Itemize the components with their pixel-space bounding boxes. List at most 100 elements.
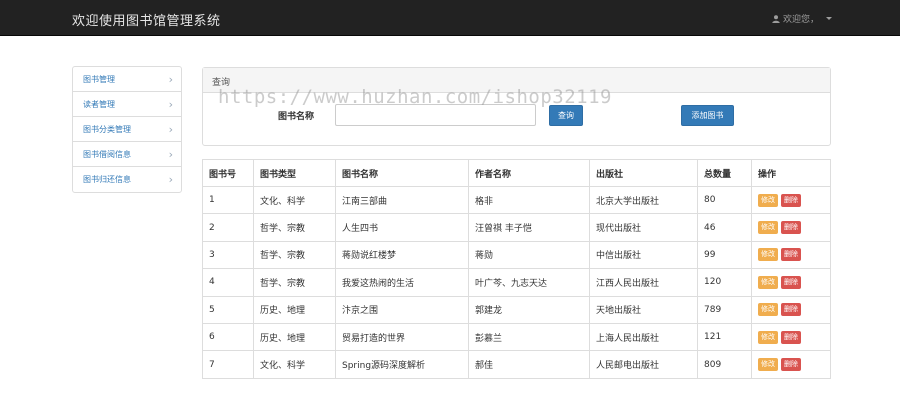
header-book-type: 图书类型 [253,159,336,187]
cell-book-name: 我爱这热闹的生活 [335,268,469,297]
header-book-name: 图书名称 [335,159,469,187]
cell-total-count: 789 [697,295,752,324]
delete-button[interactable]: 删除 [781,193,801,207]
sidebar-item-book-management[interactable]: 图书管理 › [73,67,181,92]
cell-publisher: 现代出版社 [589,213,698,242]
table-row: 7 文化、科学 Spring源码深度解析 郝佳 人民邮电出版社 809 修改 删除 [202,350,831,379]
cell-author-name: 蒋勋 [468,240,590,270]
cell-publisher: 人民邮电出版社 [589,350,698,379]
cell-book-type: 历史、地理 [253,295,336,324]
cell-book-name: 汴京之围 [335,295,469,324]
edit-button[interactable]: 修改 [758,358,778,372]
cell-total-count: 121 [697,322,752,352]
query-button[interactable]: 查询 [549,105,583,126]
table-row: 1 文化、科学 江南三部曲 格非 北京大学出版社 80 修改 删除 [202,185,831,215]
chevron-right-icon: › [168,72,173,86]
cell-book-name: 人生四书 [335,213,469,242]
edit-button[interactable]: 修改 [758,330,778,344]
cell-book-id: 3 [202,240,254,270]
query-panel: 查询 图书名称 查询 添加图书 [202,67,831,146]
sidebar-item-return-info[interactable]: 图书归还信息 › [73,167,181,192]
sidebar-item-label: 读者管理 [83,99,115,109]
cell-book-id: 5 [202,295,254,324]
cell-total-count: 46 [697,213,752,242]
cell-author-name: 彭慕兰 [468,322,590,352]
sidebar-item-label: 图书分类管理 [83,124,131,134]
cell-book-id: 4 [202,268,254,297]
sidebar-item-label: 图书归还信息 [83,175,131,184]
sidebar-item-label: 图书借阅信息 [83,149,131,159]
edit-button[interactable]: 修改 [758,303,778,317]
cell-publisher: 北京大学出版社 [589,185,698,215]
cell-book-name: 江南三部曲 [335,185,469,215]
cell-book-type: 文化、科学 [253,185,336,215]
books-table: 图书号 图书类型 图书名称 作者名称 出版社 总数量 操作 1 文化、科学 江南… [202,159,831,379]
sidebar-item-label: 图书管理 [83,74,115,84]
cell-actions: 修改 删除 [751,322,831,352]
table-header-row: 图书号 图书类型 图书名称 作者名称 出版社 总数量 操作 [202,159,831,187]
edit-button[interactable]: 修改 [758,221,778,235]
chevron-right-icon: › [168,97,173,111]
cell-publisher: 上海人民出版社 [589,322,698,352]
cell-book-id: 7 [202,350,254,379]
table-row: 4 哲学、宗教 我爱这热闹的生活 叶广芩、九志天达 江西人民出版社 120 修改… [202,268,831,297]
cell-author-name: 汪曾祺 丰子恺 [468,213,590,242]
header-author-name: 作者名称 [468,159,590,187]
chevron-right-icon: › [168,173,173,186]
query-panel-heading: 查询 [203,68,830,93]
cell-book-type: 文化、科学 [253,350,336,379]
cell-total-count: 809 [697,350,752,379]
user-icon [772,14,780,23]
delete-button[interactable]: 删除 [781,221,801,235]
table-row: 5 历史、地理 汴京之围 郭建龙 天地出版社 789 修改 删除 [202,295,831,324]
table-row: 6 历史、地理 贸易打造的世界 彭慕兰 上海人民出版社 121 修改 删除 [202,322,831,352]
sidebar-item-borrow-info[interactable]: 图书借阅信息 › [73,142,181,167]
cell-actions: 修改 删除 [751,240,831,270]
cell-actions: 修改 删除 [751,268,831,297]
edit-button[interactable]: 修改 [758,193,778,207]
table-row: 2 哲学、宗教 人生四书 汪曾祺 丰子恺 现代出版社 46 修改 删除 [202,213,831,242]
delete-button[interactable]: 删除 [781,248,801,262]
edit-button[interactable]: 修改 [758,275,778,289]
chevron-right-icon: › [168,147,173,161]
cell-author-name: 叶广芩、九志天达 [468,268,590,297]
cell-publisher: 江西人民出版社 [589,268,698,297]
delete-button[interactable]: 删除 [781,330,801,344]
cell-book-name: Spring源码深度解析 [335,350,469,379]
cell-book-type: 哲学、宗教 [253,268,336,297]
cell-publisher: 中信出版社 [589,240,698,270]
cell-book-name: 蒋勋说红楼梦 [335,240,469,270]
cell-actions: 修改 删除 [751,185,831,215]
cell-total-count: 80 [697,185,752,215]
header-actions: 操作 [751,159,831,187]
cell-total-count: 120 [697,268,752,297]
header-publisher: 出版社 [589,159,698,187]
delete-button[interactable]: 删除 [781,275,801,289]
cell-author-name: 郝佳 [468,350,590,379]
cell-publisher: 天地出版社 [589,295,698,324]
cell-author-name: 郭建龙 [468,295,590,324]
add-book-button[interactable]: 添加图书 [681,105,734,126]
sidebar-menu: 图书管理 › 读者管理 › 图书分类管理 › 图书借阅信息 › 图书归还信息 › [72,66,182,193]
book-name-label: 图书名称 [278,112,315,122]
table-row: 3 哲学、宗教 蒋勋说红楼梦 蒋勋 中信出版社 99 修改 删除 [202,240,831,270]
delete-button[interactable]: 删除 [781,303,801,317]
delete-button[interactable]: 删除 [781,358,801,372]
user-greeting: 欢迎您， [782,15,819,25]
cell-book-id: 1 [202,185,254,215]
edit-button[interactable]: 修改 [758,248,778,262]
cell-book-type: 哲学、宗教 [253,240,336,270]
cell-actions: 修改 删除 [751,295,831,324]
header-total-count: 总数量 [697,159,752,187]
cell-book-id: 2 [202,213,254,242]
cell-actions: 修改 删除 [751,350,831,379]
sidebar-item-reader-management[interactable]: 读者管理 › [73,92,181,117]
cell-book-type: 历史、地理 [253,322,336,352]
top-navbar: 欢迎使用图书馆管理系统 欢迎您， [0,0,900,36]
sidebar-item-category-management[interactable]: 图书分类管理 › [73,117,181,142]
cell-book-id: 6 [202,322,254,352]
cell-total-count: 99 [697,240,752,270]
header-book-id: 图书号 [202,159,254,187]
user-menu[interactable]: 欢迎您， [772,12,832,25]
book-name-input[interactable] [335,104,536,126]
